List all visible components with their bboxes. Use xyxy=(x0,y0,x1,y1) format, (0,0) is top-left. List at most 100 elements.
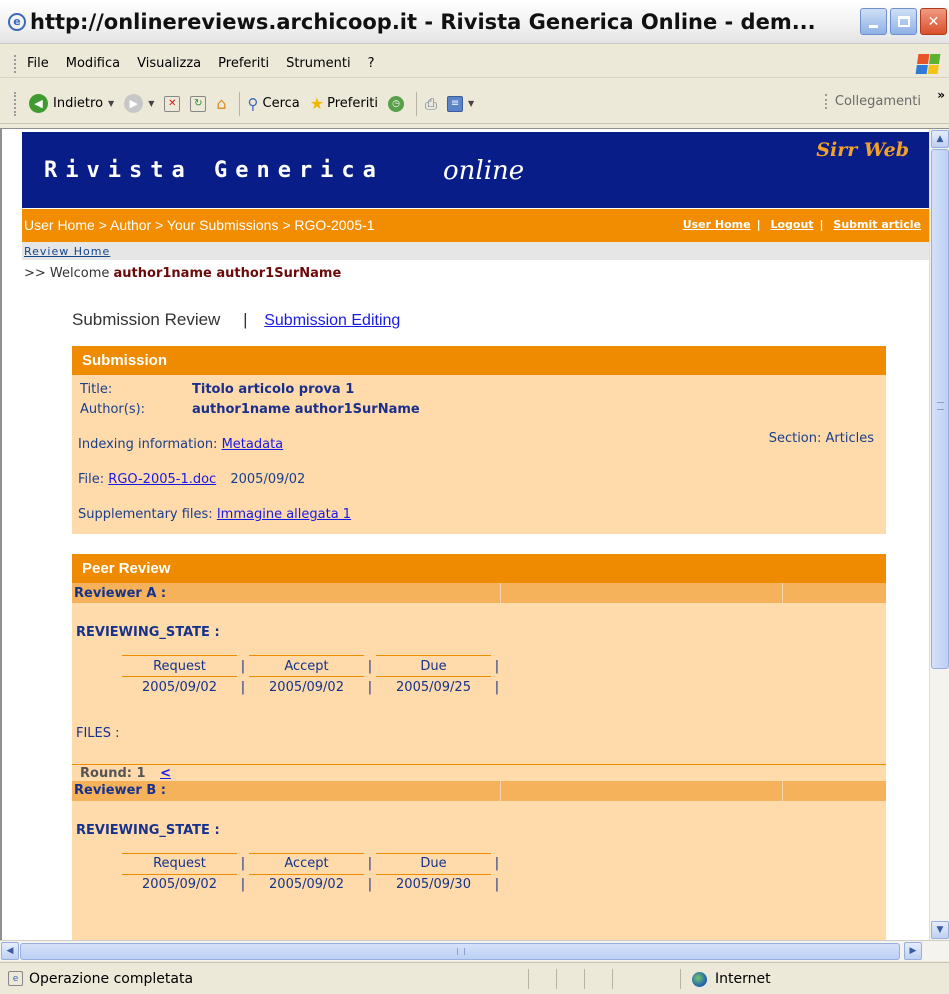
refresh-button[interactable]: ↻ xyxy=(190,95,207,112)
reviewer-b-dates: Request | Accept | Due | 2005/09/02 | 20… xyxy=(122,852,886,895)
reviewer-a-dates-table: Request | Accept | Due | 2005/09/02 | 20… xyxy=(122,655,503,698)
edit-button[interactable]: ≡ ▼ xyxy=(447,95,474,112)
due-header: Due xyxy=(376,655,491,677)
file-link[interactable]: RGO-2005-1.doc xyxy=(108,472,216,487)
hscroll-grip-icon xyxy=(457,948,465,955)
pipe: | xyxy=(367,679,373,695)
pipe: | xyxy=(240,856,246,871)
file-label: File: xyxy=(78,472,105,487)
pipe: | xyxy=(367,877,373,892)
back-button[interactable]: ◀ Indietro ▼ xyxy=(29,94,114,113)
close-button[interactable]: ✕ xyxy=(920,8,947,35)
menu-help[interactable]: ? xyxy=(368,56,375,71)
toolbar-overflow-icon[interactable]: » xyxy=(937,88,945,102)
forward-dropdown-icon[interactable]: ▼ xyxy=(148,99,154,108)
toolbar: ◀ Indietro ▼ ▶ ▼ ✕ ↻ ⌂ ⚲ Cerca ★ Preferi… xyxy=(0,84,949,124)
page-icon: e xyxy=(8,971,23,986)
header-divider xyxy=(782,583,783,603)
brand-suffix: online xyxy=(443,156,525,186)
title-row: Title: Titolo articolo prova 1 xyxy=(78,379,886,399)
sub-navigation: Review Home xyxy=(22,242,929,260)
logout-link[interactable]: Logout xyxy=(770,218,813,231)
tab-separator: | xyxy=(243,310,248,329)
status-divider xyxy=(612,969,613,989)
printer-icon: ⎙ xyxy=(425,94,438,113)
dates-value-row: 2005/09/02 | 2005/09/02 | 2005/09/30 | xyxy=(122,873,503,895)
windows-logo-icon xyxy=(915,54,941,74)
maximize-icon xyxy=(897,16,910,27)
reviewer-a-header: Reviewer A : xyxy=(72,583,886,603)
links-toolbar[interactable]: Collegamenti xyxy=(824,94,921,109)
section-info: Section: Articles xyxy=(768,431,874,446)
globe-icon xyxy=(692,971,707,987)
page-viewport: Rivista Generica online Sirr Web User Ho… xyxy=(0,128,949,940)
menu-preferiti[interactable]: Preferiti xyxy=(218,56,269,71)
security-zone: Internet xyxy=(692,971,771,987)
print-button[interactable]: ⎙ xyxy=(425,95,437,113)
search-button[interactable]: ⚲ Cerca xyxy=(248,95,300,113)
header-divider xyxy=(782,780,783,801)
toolbar-separator xyxy=(238,91,240,116)
vertical-scroll-thumb[interactable] xyxy=(931,149,949,669)
reviewer-a-state: REVIEWING_STATE : xyxy=(76,625,220,640)
maximize-button[interactable] xyxy=(890,8,917,35)
welcome-prefix: >> Welcome xyxy=(24,266,110,281)
favorites-button[interactable]: ★ Preferiti xyxy=(310,94,378,113)
horizontal-scrollbar[interactable]: ◀ ▶ xyxy=(0,940,949,961)
round-previous-link[interactable]: < xyxy=(160,766,171,781)
back-dropdown-icon[interactable]: ▼ xyxy=(108,99,114,108)
tab-submission-editing[interactable]: Submission Editing xyxy=(264,312,400,329)
scroll-up-button[interactable]: ▲ xyxy=(931,130,949,148)
pipe: | xyxy=(240,658,246,674)
page-content: Rivista Generica online Sirr Web User Ho… xyxy=(22,132,929,940)
horizontal-scroll-thumb[interactable] xyxy=(20,943,900,960)
supplementary-file-link[interactable]: Immagine allegata 1 xyxy=(217,507,351,522)
submit-article-link[interactable]: Submit article xyxy=(833,218,921,231)
user-home-link[interactable]: User Home xyxy=(683,218,751,231)
pipe: | xyxy=(494,658,500,674)
pipe: | xyxy=(494,877,500,892)
back-arrow-icon: ◀ xyxy=(29,94,48,113)
review-home-link[interactable]: Review Home xyxy=(24,245,110,258)
dates-header-row: Request | Accept | Due | xyxy=(122,655,503,677)
dates-header-row: Request | Accept | Due | xyxy=(122,852,503,874)
stop-button[interactable]: ✕ xyxy=(164,95,181,112)
tab-submission-review: Submission Review xyxy=(72,310,221,329)
minimize-icon xyxy=(869,25,878,28)
close-icon: ✕ xyxy=(927,13,940,30)
site-banner: Rivista Generica online Sirr Web xyxy=(22,132,929,208)
window-titlebar: e http://onlinereviews.archicoop.it - Ri… xyxy=(0,0,949,44)
scroll-right-button[interactable]: ▶ xyxy=(904,942,922,960)
reviewer-b-header: Reviewer B : xyxy=(72,780,886,801)
due-date: 2005/09/25 xyxy=(376,676,491,698)
file-row: File: RGO-2005-1.doc 2005/09/02 xyxy=(78,472,886,487)
edit-dropdown-icon[interactable]: ▼ xyxy=(468,99,474,108)
scroll-left-button[interactable]: ◀ xyxy=(1,942,19,960)
brand-title: Rivista Generica xyxy=(44,158,384,183)
peer-review-panel: Peer Review Reviewer A : REVIEWING_STATE… xyxy=(72,554,886,940)
reviewer-b-remainder xyxy=(72,895,886,940)
forward-button[interactable]: ▶ ▼ xyxy=(124,94,154,113)
vertical-scrollbar[interactable]: ▲ ▼ xyxy=(929,129,949,940)
header-links: User Home | Logout | Submit article xyxy=(683,218,921,231)
reviewer-b-dates-table: Request | Accept | Due | 2005/09/02 | 20… xyxy=(122,852,503,895)
panel-spacer xyxy=(22,534,929,554)
dates-value-row: 2005/09/02 | 2005/09/02 | 2005/09/25 | xyxy=(122,676,503,698)
minimize-button[interactable] xyxy=(860,8,887,35)
menu-visualizza[interactable]: Visualizza xyxy=(137,56,201,71)
menu-file[interactable]: File xyxy=(27,56,49,71)
menu-strumenti[interactable]: Strumenti xyxy=(286,56,351,71)
status-divider xyxy=(680,969,681,989)
metadata-link[interactable]: Metadata xyxy=(222,437,284,452)
breadcrumb[interactable]: User Home > Author > Your Submissions > … xyxy=(24,217,375,233)
search-icon: ⚲ xyxy=(247,94,259,113)
home-button[interactable]: ⌂ xyxy=(216,94,226,113)
history-button[interactable]: ◷ xyxy=(388,95,405,112)
reviewer-a-name: Reviewer A : xyxy=(74,585,167,601)
scroll-down-button[interactable]: ▼ xyxy=(931,921,949,939)
menu-modifica[interactable]: Modifica xyxy=(66,56,120,71)
zone-label: Internet xyxy=(715,971,771,987)
pipe: | xyxy=(494,679,500,695)
submission-tabs: Submission Review | Submission Editing xyxy=(22,284,929,346)
reviewer-a-dates: Request | Accept | Due | 2005/09/02 | 20… xyxy=(122,655,886,698)
